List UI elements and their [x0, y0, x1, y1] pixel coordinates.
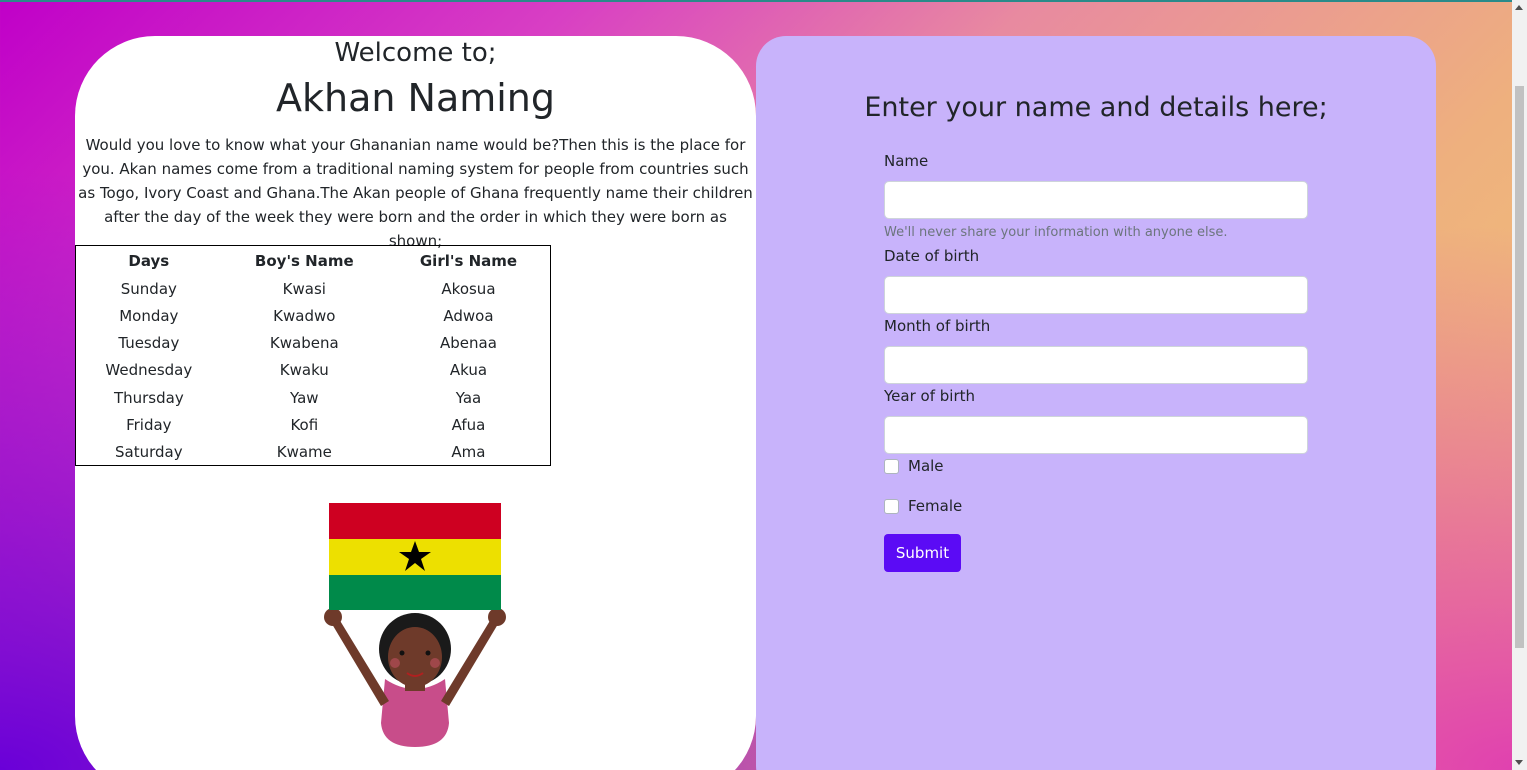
boy-name-cell: Kwasi [282, 280, 326, 299]
boy-name-cell: Kofi [290, 415, 319, 434]
column-header-days: Days [128, 251, 170, 270]
page-title: Akhan Naming [275, 76, 556, 120]
girl-name-cell: Afua [451, 415, 486, 434]
girl-name-cell: Adwoa [443, 307, 494, 326]
girl-with-ghana-flag-illustration [324, 503, 506, 747]
table-header-row: Days Boy's Name Girl's Name [76, 246, 551, 276]
table-row: Sunday Kwasi Akosua [76, 276, 551, 303]
male-option[interactable]: Male [884, 457, 944, 475]
top-border [0, 0, 1512, 2]
boy-name-cell: Kwaku [279, 361, 329, 380]
table-row: Monday Kwadwo Adwoa [76, 303, 551, 330]
day-cell: Thursday [113, 388, 184, 407]
form-title: Enter your name and details here; [864, 92, 1328, 123]
left-cheek [390, 658, 400, 668]
girl-name-cell: Yaa [455, 388, 482, 407]
intro-paragraph: Would you love to know what your Ghanani… [78, 136, 753, 250]
name-label: Name [884, 152, 929, 170]
day-cell: Friday [126, 415, 172, 434]
month-of-birth-input[interactable] [884, 346, 1308, 384]
left-arm-shape [329, 619, 389, 706]
year-of-birth-label: Year of birth [884, 387, 975, 405]
right-eye [425, 650, 431, 656]
day-cell: Monday [119, 307, 179, 326]
date-of-birth-label: Date of birth [884, 247, 980, 265]
left-eye [399, 650, 405, 656]
column-header-girls-name: Girl's Name [419, 251, 518, 270]
info-panel: Welcome to; Akhan Naming Would you love … [75, 36, 756, 770]
table-row: Tuesday Kwabena Abenaa [76, 330, 551, 357]
flag-red-stripe [329, 503, 501, 539]
day-cell: Tuesday [118, 334, 180, 353]
details-form-panel: Enter your name and details here; Name W… [756, 36, 1436, 770]
year-of-birth-input[interactable] [884, 416, 1308, 454]
female-label: Female [908, 497, 963, 515]
month-of-birth-label: Month of birth [884, 317, 991, 335]
left-hand [324, 608, 342, 626]
girl-name-cell: Akua [449, 361, 488, 380]
page-scrollbar[interactable] [1512, 0, 1527, 770]
right-cheek [430, 658, 440, 668]
boy-name-cell: Yaw [290, 388, 319, 407]
day-cell: Saturday [115, 442, 183, 461]
table-row: Thursday Yaw Yaa [76, 384, 551, 411]
girl-name-cell: Akosua [441, 280, 496, 299]
right-hand [488, 608, 506, 626]
boy-name-cell: Kwame [276, 442, 332, 461]
male-checkbox[interactable] [884, 458, 899, 474]
table-row: Friday Kofi Afua [76, 411, 551, 438]
right-arm-shape [441, 619, 501, 706]
date-of-birth-input[interactable] [884, 276, 1308, 314]
girl-name-cell: Ama [451, 442, 486, 461]
column-header-boys-name: Boy's Name [254, 251, 354, 270]
boy-name-cell: Kwabena [269, 334, 339, 353]
privacy-help-text: We'll never share your information with … [884, 225, 1228, 240]
female-checkbox[interactable] [884, 498, 899, 514]
boy-name-cell: Kwadwo [273, 307, 336, 326]
face-shape [388, 627, 442, 687]
scrollbar-thumb[interactable] [1515, 86, 1524, 648]
welcome-heading: Welcome to; [334, 38, 497, 68]
akan-names-table: Days Boy's Name Girl's Name Sunday Kwasi… [75, 245, 551, 466]
table-row: Wednesday Kwaku Akua [76, 357, 551, 384]
scroll-up-arrow-icon[interactable] [1515, 5, 1523, 10]
flag-green-stripe [329, 575, 501, 610]
scroll-down-arrow-icon[interactable] [1515, 760, 1523, 765]
male-label: Male [908, 457, 944, 475]
submit-button[interactable]: Submit [884, 534, 961, 572]
female-option[interactable]: Female [884, 497, 962, 515]
day-cell: Wednesday [105, 361, 193, 380]
name-input[interactable] [884, 181, 1308, 219]
day-cell: Sunday [120, 280, 177, 299]
table-row: Saturday Kwame Ama [76, 438, 551, 465]
girl-name-cell: Abenaa [440, 334, 497, 353]
